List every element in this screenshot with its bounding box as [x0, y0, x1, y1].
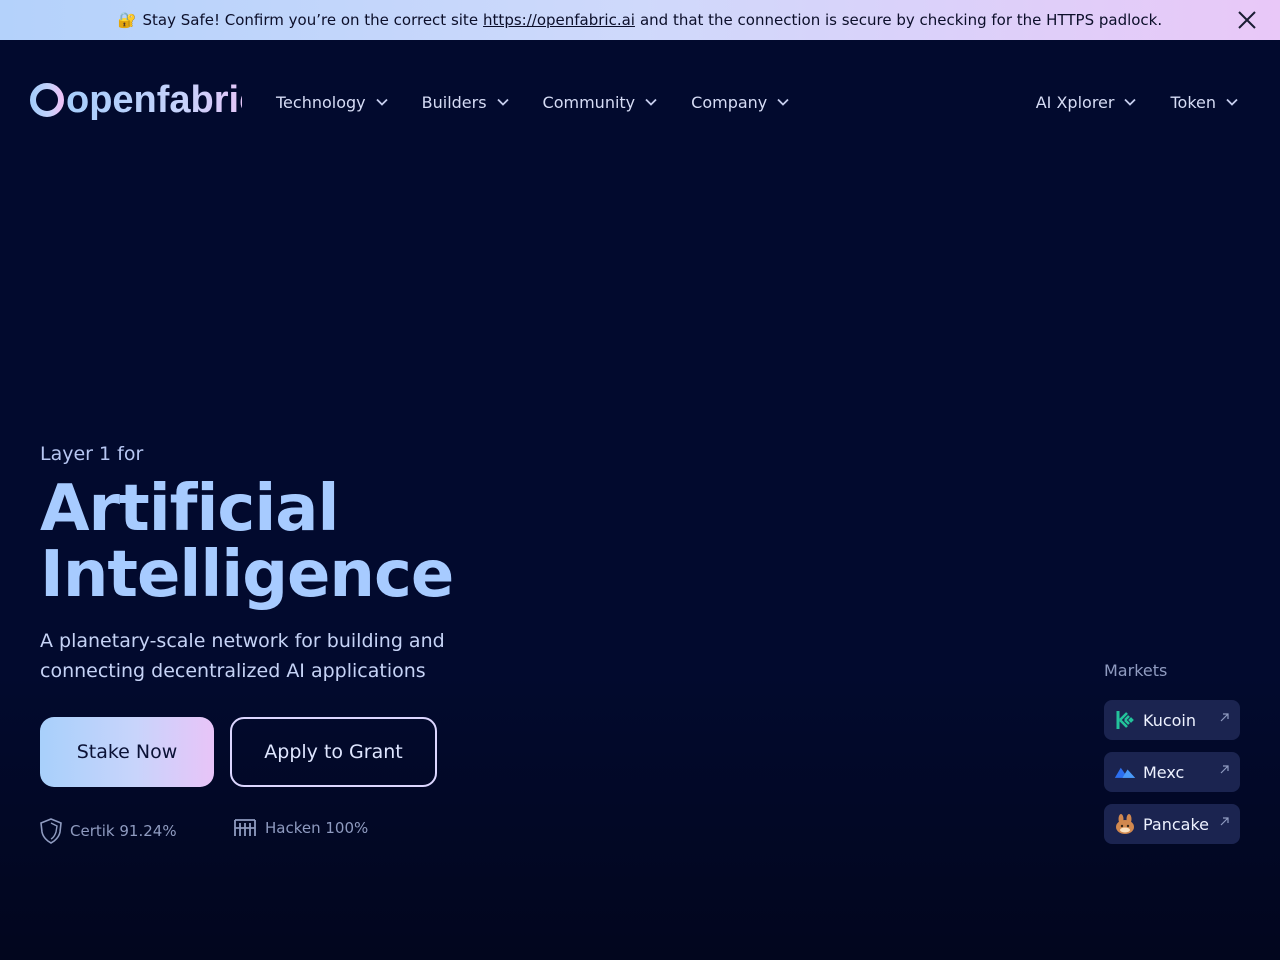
openfabric-logo[interactable]: openfabric	[30, 78, 242, 126]
certik-label: Certik 91.24%	[70, 822, 177, 840]
hero-title: Artificial Intelligence	[40, 472, 454, 612]
chevron-down-icon	[496, 98, 509, 106]
nav-ai-xplorer[interactable]: AI Xplorer	[1036, 90, 1137, 114]
main-nav: Technology Builders Community Company	[276, 90, 823, 114]
hero-title-line-2: Intelligence	[40, 538, 454, 612]
hero-eyebrow: Layer 1 for	[40, 443, 144, 465]
nav-label: Token	[1170, 92, 1216, 112]
hero-subtitle: A planetary-scale network for building a…	[40, 630, 445, 682]
pancake-icon	[1114, 813, 1136, 835]
nav-label: Technology	[276, 92, 366, 112]
chevron-down-icon	[375, 98, 388, 106]
nav-label: Community	[542, 92, 636, 112]
markets-label: Markets	[1104, 661, 1168, 680]
nav-company[interactable]: Company	[691, 90, 789, 114]
external-arrow-icon	[1220, 765, 1229, 774]
hero-title-line-1: Artificial	[40, 472, 339, 546]
external-arrow-icon	[1220, 817, 1229, 826]
market-label: Mexc	[1143, 762, 1185, 782]
security-banner: 🔐 Stay Safe! Confirm you’re on the corre…	[0, 0, 1280, 40]
market-label: Pancake	[1143, 814, 1210, 834]
chevron-down-icon	[1124, 98, 1137, 106]
market-label: Kucoin	[1143, 710, 1197, 730]
market-mexc[interactable]: Mexc	[1104, 752, 1240, 792]
kucoin-icon	[1114, 709, 1136, 731]
chevron-down-icon	[645, 98, 657, 106]
nav-label: Company	[691, 92, 768, 112]
chevron-down-icon	[1226, 98, 1238, 106]
hacken-label: Hacken 100%	[265, 819, 369, 837]
nav-token[interactable]: Token	[1170, 90, 1238, 114]
apply-to-grant-button[interactable]: Apply to Grant	[230, 717, 437, 787]
close-icon[interactable]	[1236, 9, 1258, 31]
stake-now-button[interactable]: Stake Now	[40, 717, 214, 787]
certik-audit[interactable]: Certik 91.24%	[40, 818, 177, 844]
nav-builders[interactable]: Builders	[422, 90, 509, 114]
market-pancake[interactable]: Pancake	[1104, 804, 1240, 844]
external-arrow-icon	[1220, 713, 1229, 722]
secondary-nav: AI Xplorer Token	[1002, 90, 1238, 114]
banner-link[interactable]: https://openfabric.ai	[483, 11, 635, 29]
market-kucoin[interactable]: Kucoin	[1104, 700, 1240, 740]
chevron-down-icon	[777, 98, 789, 106]
nav-label: AI Xplorer	[1035, 92, 1115, 112]
hacken-icon	[234, 819, 256, 836]
hacken-audit[interactable]: Hacken 100%	[233, 818, 368, 838]
nav-technology[interactable]: Technology	[276, 90, 388, 114]
logo-text: openfabric	[66, 79, 242, 121]
nav-label: Builders	[421, 92, 487, 112]
nav-community[interactable]: Community	[543, 90, 658, 114]
mexc-icon	[1114, 761, 1136, 783]
shield-icon	[40, 818, 62, 844]
banner-text-before: Stay Safe! Confirm you’re on the correct…	[142, 11, 479, 29]
site-header: openfabric Technology Builders Community…	[0, 78, 1280, 126]
banner-text-after: and that the connection is secure by che…	[639, 11, 1163, 29]
lock-icon: 🔐	[117, 11, 137, 29]
